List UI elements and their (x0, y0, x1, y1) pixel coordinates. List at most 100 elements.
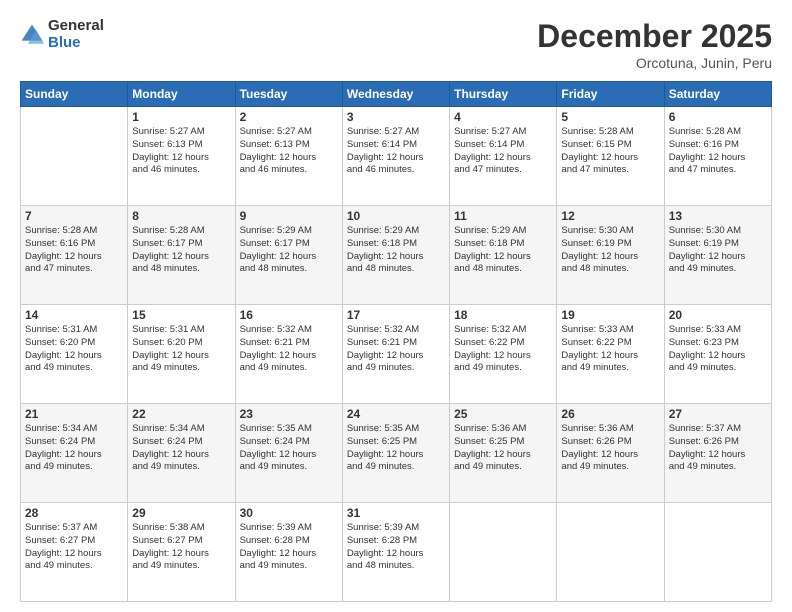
calendar-cell: 12Sunrise: 5:30 AMSunset: 6:19 PMDayligh… (557, 206, 664, 305)
calendar-cell: 26 Sunrise: 5:36 AMSunset: 6:26 PMDayligh… (557, 404, 664, 503)
day-number: 18 (454, 308, 552, 322)
day-info: Sunrise: 5:39 AMSunset: 6:28 PMDaylight:… (240, 522, 338, 573)
day-info: Sunrise: 5:36 AMSunset: 6:26 PMDaylight:… (561, 423, 659, 474)
day-number: 1 (132, 110, 230, 124)
calendar-cell: 27 Sunrise: 5:37 AMSunset: 6:26 PMDayligh… (664, 404, 771, 503)
day-header-thursday: Thursday (450, 82, 557, 107)
day-header-tuesday: Tuesday (235, 82, 342, 107)
day-info: Sunrise: 5:31 AMSunset: 6:20 PMDaylight:… (132, 324, 230, 375)
calendar-cell: 2 Sunrise: 5:27 AMSunset: 6:13 PMDaylight… (235, 107, 342, 206)
calendar-cell: 6 Sunrise: 5:28 AMSunset: 6:16 PMDaylight… (664, 107, 771, 206)
calendar-cell: 3 Sunrise: 5:27 AMSunset: 6:14 PMDaylight… (342, 107, 449, 206)
calendar-cell: 17Sunrise: 5:32 AMSunset: 6:21 PMDayligh… (342, 305, 449, 404)
day-number: 28 (25, 506, 123, 520)
day-info: Sunrise: 5:35 AMSunset: 6:25 PMDaylight:… (347, 423, 445, 474)
day-number: 3 (347, 110, 445, 124)
calendar-cell: 10Sunrise: 5:29 AMSunset: 6:18 PMDayligh… (342, 206, 449, 305)
calendar-cell: 21 Sunrise: 5:34 AMSunset: 6:24 PMDayligh… (21, 404, 128, 503)
day-number: 10 (347, 209, 445, 223)
header: General Blue December 2025 Orcotuna, Jun… (20, 18, 772, 71)
day-info: Sunrise: 5:31 AMSunset: 6:20 PMDaylight:… (25, 324, 123, 375)
calendar-cell (557, 503, 664, 602)
day-number: 17 (347, 308, 445, 322)
calendar-week-5: 28Sunrise: 5:37 AMSunset: 6:27 PMDayligh… (21, 503, 772, 602)
day-number: 20 (669, 308, 767, 322)
day-info: Sunrise: 5:27 AMSunset: 6:13 PMDaylight:… (240, 126, 338, 177)
day-number: 8 (132, 209, 230, 223)
day-number: 2 (240, 110, 338, 124)
day-number: 19 (561, 308, 659, 322)
day-info: Sunrise: 5:27 AMSunset: 6:14 PMDaylight:… (454, 126, 552, 177)
day-info: Sunrise: 5:33 AMSunset: 6:23 PMDaylight:… (669, 324, 767, 375)
day-info: Sunrise: 5:27 AMSunset: 6:13 PMDaylight:… (132, 126, 230, 177)
title-area: December 2025 Orcotuna, Junin, Peru (537, 18, 772, 71)
day-number: 15 (132, 308, 230, 322)
calendar-cell: 31Sunrise: 5:39 AMSunset: 6:28 PMDayligh… (342, 503, 449, 602)
day-info: Sunrise: 5:32 AMSunset: 6:21 PMDaylight:… (240, 324, 338, 375)
page: General Blue December 2025 Orcotuna, Jun… (0, 0, 792, 612)
calendar-week-3: 14 Sunrise: 5:31 AMSunset: 6:20 PMDayligh… (21, 305, 772, 404)
day-info: Sunrise: 5:29 AMSunset: 6:18 PMDaylight:… (454, 225, 552, 276)
calendar-table: SundayMondayTuesdayWednesdayThursdayFrid… (20, 81, 772, 602)
calendar-cell: 16 Sunrise: 5:32 AMSunset: 6:21 PMDayligh… (235, 305, 342, 404)
day-number: 5 (561, 110, 659, 124)
day-info: Sunrise: 5:34 AMSunset: 6:24 PMDaylight:… (132, 423, 230, 474)
calendar-cell: 11 Sunrise: 5:29 AMSunset: 6:18 PMDayligh… (450, 206, 557, 305)
calendar-cell (664, 503, 771, 602)
logo: General Blue (20, 18, 104, 51)
calendar-week-4: 21 Sunrise: 5:34 AMSunset: 6:24 PMDayligh… (21, 404, 772, 503)
day-info: Sunrise: 5:28 AMSunset: 6:16 PMDaylight:… (669, 126, 767, 177)
day-info: Sunrise: 5:30 AMSunset: 6:19 PMDaylight:… (669, 225, 767, 276)
logo-text: General Blue (48, 18, 104, 51)
day-info: Sunrise: 5:27 AMSunset: 6:14 PMDaylight:… (347, 126, 445, 177)
calendar-cell (21, 107, 128, 206)
logo-icon (20, 23, 44, 47)
day-number: 11 (454, 209, 552, 223)
calendar-cell: 18 Sunrise: 5:32 AMSunset: 6:22 PMDayligh… (450, 305, 557, 404)
day-number: 25 (454, 407, 552, 421)
day-header-friday: Friday (557, 82, 664, 107)
day-number: 4 (454, 110, 552, 124)
calendar-header-row: SundayMondayTuesdayWednesdayThursdayFrid… (21, 82, 772, 107)
day-info: Sunrise: 5:29 AMSunset: 6:17 PMDaylight:… (240, 225, 338, 276)
calendar-cell: 20 Sunrise: 5:33 AMSunset: 6:23 PMDayligh… (664, 305, 771, 404)
day-number: 23 (240, 407, 338, 421)
day-info: Sunrise: 5:33 AMSunset: 6:22 PMDaylight:… (561, 324, 659, 375)
calendar-cell: 1 Sunrise: 5:27 AMSunset: 6:13 PMDaylight… (128, 107, 235, 206)
calendar-cell: 8 Sunrise: 5:28 AMSunset: 6:17 PMDaylight… (128, 206, 235, 305)
day-header-saturday: Saturday (664, 82, 771, 107)
day-number: 27 (669, 407, 767, 421)
day-info: Sunrise: 5:28 AMSunset: 6:16 PMDaylight:… (25, 225, 123, 276)
location-subtitle: Orcotuna, Junin, Peru (537, 55, 772, 71)
day-info: Sunrise: 5:35 AMSunset: 6:24 PMDaylight:… (240, 423, 338, 474)
calendar-cell: 29Sunrise: 5:38 AMSunset: 6:27 PMDayligh… (128, 503, 235, 602)
day-number: 9 (240, 209, 338, 223)
day-info: Sunrise: 5:28 AMSunset: 6:17 PMDaylight:… (132, 225, 230, 276)
day-info: Sunrise: 5:38 AMSunset: 6:27 PMDaylight:… (132, 522, 230, 573)
day-number: 16 (240, 308, 338, 322)
day-number: 12 (561, 209, 659, 223)
day-number: 22 (132, 407, 230, 421)
day-number: 7 (25, 209, 123, 223)
day-number: 31 (347, 506, 445, 520)
day-info: Sunrise: 5:34 AMSunset: 6:24 PMDaylight:… (25, 423, 123, 474)
calendar-cell: 28Sunrise: 5:37 AMSunset: 6:27 PMDayligh… (21, 503, 128, 602)
day-info: Sunrise: 5:36 AMSunset: 6:25 PMDaylight:… (454, 423, 552, 474)
day-number: 21 (25, 407, 123, 421)
calendar-cell: 24Sunrise: 5:35 AMSunset: 6:25 PMDayligh… (342, 404, 449, 503)
calendar-cell: 22 Sunrise: 5:34 AMSunset: 6:24 PMDayligh… (128, 404, 235, 503)
day-info: Sunrise: 5:32 AMSunset: 6:22 PMDaylight:… (454, 324, 552, 375)
day-info: Sunrise: 5:37 AMSunset: 6:26 PMDaylight:… (669, 423, 767, 474)
calendar-cell: 15 Sunrise: 5:31 AMSunset: 6:20 PMDayligh… (128, 305, 235, 404)
day-header-sunday: Sunday (21, 82, 128, 107)
calendar-cell: 13Sunrise: 5:30 AMSunset: 6:19 PMDayligh… (664, 206, 771, 305)
day-header-wednesday: Wednesday (342, 82, 449, 107)
logo-blue: Blue (48, 35, 104, 52)
day-header-monday: Monday (128, 82, 235, 107)
calendar-cell: 9 Sunrise: 5:29 AMSunset: 6:17 PMDaylight… (235, 206, 342, 305)
day-number: 6 (669, 110, 767, 124)
day-number: 14 (25, 308, 123, 322)
day-number: 26 (561, 407, 659, 421)
calendar-cell: 19 Sunrise: 5:33 AMSunset: 6:22 PMDayligh… (557, 305, 664, 404)
day-number: 30 (240, 506, 338, 520)
